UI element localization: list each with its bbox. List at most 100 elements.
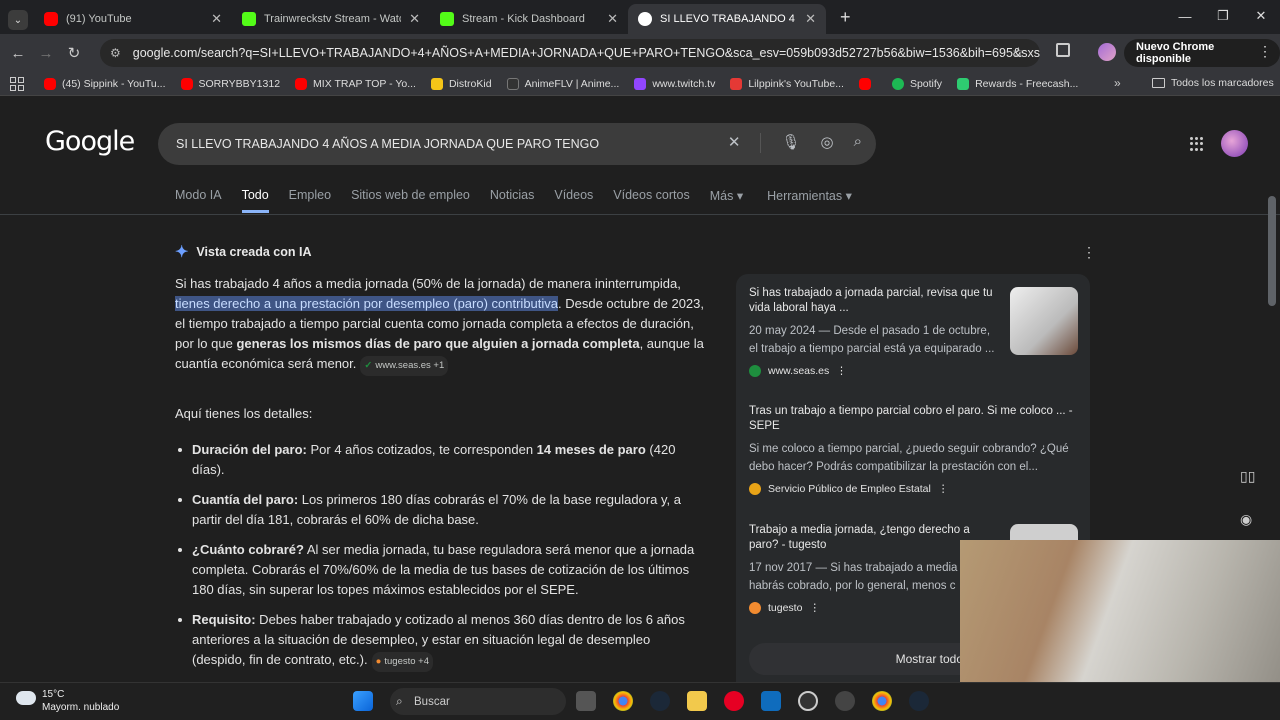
- tugesto-icon: [749, 602, 761, 614]
- list-item: Cuantía del paro: Los primeros 180 días …: [175, 490, 705, 530]
- chrome-icon[interactable]: ◉: [1240, 511, 1255, 528]
- close-icon[interactable]: ✕: [607, 11, 618, 27]
- chevron-right-icon[interactable]: »: [1114, 76, 1121, 90]
- new-tab-button[interactable]: +: [840, 7, 851, 28]
- taskbar-search-label: Buscar: [414, 695, 450, 708]
- google-logo[interactable]: Google: [45, 126, 135, 157]
- search-input[interactable]: SI LLEVO TRABAJANDO 4 AÑOS A MEDIA JORNA…: [158, 123, 876, 165]
- close-window-icon[interactable]: ✕: [1242, 0, 1280, 32]
- chatgpt-icon[interactable]: [798, 691, 818, 711]
- filter-sitios-empleo[interactable]: Sitios web de empleo: [351, 188, 470, 213]
- tab-kick-dashboard[interactable]: Stream - Kick Dashboard ✕: [430, 4, 628, 34]
- all-bookmarks-button[interactable]: Todos los marcadores: [1152, 77, 1274, 89]
- extensions-icon[interactable]: [1056, 43, 1070, 57]
- file-explorer-icon[interactable]: [687, 691, 707, 711]
- bookmark-star-icon[interactable]: ☆: [1012, 44, 1025, 61]
- tab-label: (91) YouTube: [66, 13, 132, 25]
- bookmark-item[interactable]: Lilppink's YouTube...: [730, 77, 844, 90]
- more-options-icon[interactable]: ⋮: [836, 365, 847, 377]
- tab-youtube[interactable]: (91) YouTube ✕: [34, 4, 232, 34]
- distrokid-icon: [430, 77, 443, 90]
- filter-modo-ia[interactable]: Modo IA: [175, 188, 222, 213]
- bookmark-item[interactable]: [858, 77, 877, 90]
- close-icon[interactable]: ✕: [211, 11, 222, 27]
- tab-google-search[interactable]: SI LLEVO TRABAJANDO 4 AÑO ✕: [628, 4, 826, 34]
- app-icon[interactable]: [835, 691, 855, 711]
- google-apps-icon[interactable]: [1190, 137, 1204, 151]
- more-options-icon[interactable]: ⋮: [938, 483, 949, 495]
- site-info-icon[interactable]: ⚙: [110, 46, 121, 60]
- address-input[interactable]: ⚙ google.com/search?q=SI+LLEVO+TRABAJANDO…: [100, 39, 1040, 67]
- clear-icon[interactable]: ✕: [728, 133, 741, 153]
- reading-mode-icon[interactable]: ▯▯: [1240, 468, 1255, 485]
- pinterest-icon[interactable]: [724, 691, 744, 711]
- bookmark-label: Spotify: [909, 77, 943, 90]
- bookmark-label: SORRYBBY1312: [198, 77, 281, 90]
- kick-icon: [440, 12, 454, 26]
- lens-icon[interactable]: ◎: [821, 133, 834, 153]
- menu-icon[interactable]: ⋮: [1258, 43, 1272, 60]
- bookmark-item[interactable]: Rewards - Freecash...: [957, 77, 1078, 90]
- show-all-button[interactable]: Mostrar todo: [749, 643, 981, 675]
- bookmark-item[interactable]: MIX TRAP TOP - Yo...: [295, 77, 416, 90]
- reload-icon[interactable]: ↻: [60, 44, 88, 62]
- steam-icon[interactable]: [650, 691, 670, 711]
- bookmark-item[interactable]: AnimeFLV | Anime...: [506, 77, 619, 90]
- card-title[interactable]: Tras un trabajo a tiempo parcial cobro e…: [749, 404, 1079, 434]
- chrome-profile-icon[interactable]: [872, 691, 892, 711]
- site-name: Servicio Público de Empleo Estatal: [768, 483, 931, 495]
- google-icon: [638, 12, 652, 26]
- tab-trainwreckstv[interactable]: Trainwreckstv Stream - Watch L ✕: [232, 4, 430, 34]
- filter-videos[interactable]: Vídeos: [554, 188, 593, 213]
- close-icon[interactable]: ✕: [805, 11, 816, 27]
- bookmark-item[interactable]: (45) Sippink - YouTu...: [44, 77, 166, 90]
- chrome-icon[interactable]: [613, 691, 633, 711]
- site-name: tugesto: [768, 602, 803, 614]
- steam-icon[interactable]: [909, 691, 929, 711]
- back-icon[interactable]: ←: [4, 45, 32, 62]
- tab-search-button[interactable]: ⌄: [8, 10, 28, 30]
- profile-avatar[interactable]: [1098, 43, 1116, 61]
- update-chrome-button[interactable]: Nuevo Chrome disponible: [1124, 39, 1280, 67]
- more-options-icon[interactable]: ⋮: [1082, 244, 1096, 261]
- source-chip[interactable]: ✓ www.seas.es +1: [360, 356, 449, 376]
- filter-todo[interactable]: Todo: [241, 188, 269, 213]
- windows-taskbar: 15°C Mayorm. nublado ⌕ Buscar: [0, 682, 1280, 720]
- filter-noticias[interactable]: Noticias: [490, 188, 534, 213]
- filter-herramientas[interactable]: Herramientas ▾: [767, 188, 852, 213]
- source-chip[interactable]: ● tugesto +4: [371, 652, 433, 672]
- scrollbar[interactable]: [1268, 196, 1276, 306]
- bookmark-item[interactable]: SORRYBBY1312: [180, 77, 281, 90]
- source-card[interactable]: Tras un trabajo a tiempo parcial cobro e…: [749, 404, 1079, 495]
- more-options-icon[interactable]: ⋮: [809, 602, 820, 614]
- bookmark-item[interactable]: www.twitch.tv: [634, 77, 715, 90]
- apps-grid-icon[interactable]: [10, 76, 24, 91]
- details-list: Duración del paro: Por 4 años cotizados,…: [175, 440, 705, 682]
- minimize-icon[interactable]: —: [1166, 0, 1204, 32]
- windows-start-icon[interactable]: [353, 691, 373, 711]
- task-view-icon[interactable]: [576, 691, 596, 711]
- taskbar-search[interactable]: ⌕ Buscar: [390, 688, 566, 715]
- laptop-thumbnail[interactable]: [1010, 287, 1078, 355]
- account-avatar[interactable]: [1221, 130, 1248, 157]
- microphone-icon[interactable]: 🎙: [781, 133, 800, 153]
- source-card[interactable]: Si has trabajado a jornada parcial, revi…: [749, 286, 999, 377]
- maximize-icon[interactable]: ❐: [1204, 0, 1242, 32]
- filter-videos-cortos[interactable]: Vídeos cortos: [613, 188, 689, 213]
- close-icon[interactable]: ✕: [409, 11, 420, 27]
- bullet-text: Por 4 años cotizados, te corresponden: [306, 442, 537, 457]
- store-icon[interactable]: [761, 691, 781, 711]
- seas-icon: [749, 365, 761, 377]
- filter-mas[interactable]: Más ▾: [710, 188, 743, 213]
- bullet-title: Requisito:: [192, 612, 256, 627]
- bullet-text: Debes haber trabajado y cotizado al meno…: [192, 612, 685, 667]
- bookmark-item[interactable]: Spotify: [891, 77, 943, 90]
- weather-widget[interactable]: 15°C Mayorm. nublado: [16, 688, 119, 714]
- highlighted-text: tienes derecho a una prestación por dese…: [175, 296, 559, 311]
- all-bookmarks-label: Todos los marcadores: [1171, 77, 1274, 89]
- search-icon[interactable]: ⌕: [854, 133, 862, 153]
- filter-empleo[interactable]: Empleo: [289, 188, 331, 213]
- forward-icon[interactable]: →: [32, 45, 60, 62]
- bookmark-item[interactable]: DistroKid: [430, 77, 492, 90]
- card-title[interactable]: Si has trabajado a jornada parcial, revi…: [749, 286, 999, 316]
